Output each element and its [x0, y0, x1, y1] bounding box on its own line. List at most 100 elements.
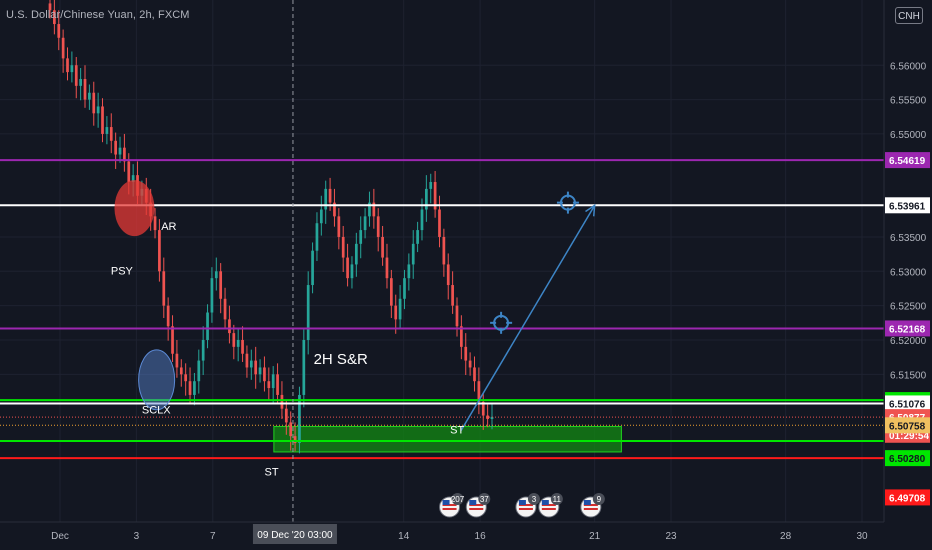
candle-body — [57, 24, 61, 38]
candle-body — [468, 360, 472, 368]
candle-body — [328, 188, 332, 203]
candle-body — [424, 188, 428, 210]
candle-body — [298, 394, 301, 444]
candle-body — [105, 127, 109, 134]
price-badge-green-bottom-label: 6.50280 — [889, 454, 926, 465]
level-badge-label: 6.51076 — [889, 399, 926, 410]
candle-body — [184, 374, 188, 382]
candle-body — [411, 243, 415, 265]
candle-body — [74, 65, 78, 86]
candle-body — [258, 367, 262, 375]
candle-body — [446, 264, 450, 286]
y-tick-label: 6.53500 — [890, 233, 927, 244]
y-axis[interactable]: 6.56000 6.55500 6.55000 6.53500 6.53000 6.525… — [883, 0, 932, 550]
candle-body — [385, 257, 389, 279]
flag-canton — [541, 500, 549, 505]
candle-body — [293, 436, 297, 444]
candle-body — [302, 339, 306, 395]
candle-body — [249, 360, 253, 368]
candle-body — [267, 381, 271, 389]
candle-body — [324, 188, 328, 210]
x-tick-label: 16 — [475, 531, 487, 542]
candle-body — [311, 250, 314, 286]
candle-body — [363, 216, 367, 231]
candle-body — [118, 147, 122, 155]
crosshair-time-label: 09 Dec '20 03:00 — [257, 530, 333, 541]
candle-body — [389, 278, 393, 306]
annotation-label: ST — [450, 424, 464, 436]
candle-body — [306, 285, 310, 340]
candle-body — [201, 339, 205, 361]
candle-body — [416, 230, 419, 244]
candle-body — [276, 374, 279, 395]
candle-body — [341, 236, 345, 258]
candle-body — [61, 37, 65, 59]
candle-body — [92, 92, 96, 114]
candle-body — [70, 65, 74, 73]
candle-body — [228, 319, 231, 334]
candle-body — [280, 394, 284, 409]
x-tick-label: 23 — [665, 531, 677, 542]
event-count-label: 9 — [597, 495, 602, 504]
candle-body — [171, 326, 174, 354]
y-tick-label: 6.52000 — [890, 336, 927, 347]
annotation-label: SCLX — [142, 404, 171, 416]
x-tick-label: 3 — [134, 531, 140, 542]
sclx-ellipse — [138, 349, 176, 411]
x-tick-label: 21 — [589, 531, 601, 542]
flag-canton — [583, 500, 591, 505]
candle-body — [284, 408, 288, 423]
candle-body — [337, 216, 341, 237]
annotation-label: AR — [161, 221, 176, 233]
level-badge-label: 6.52168 — [889, 324, 926, 335]
candle-body — [451, 285, 454, 306]
candle-body — [109, 127, 113, 141]
flag-stripe — [518, 508, 533, 510]
candle-body — [193, 381, 196, 395]
candle-body — [166, 305, 170, 327]
candle-body — [381, 236, 384, 258]
symbol-title: U.S. Dollar/Chinese Yuan, 2h, FXCM — [6, 9, 190, 21]
candle-body — [245, 353, 249, 368]
candle-body — [394, 305, 398, 320]
candle-body — [350, 264, 354, 279]
candle-body — [219, 271, 223, 299]
candle-body — [101, 106, 104, 134]
candle-body — [66, 58, 69, 73]
candle-body — [271, 374, 275, 389]
y-tick-label: 6.55500 — [890, 96, 927, 107]
x-axis[interactable]: Dec 3 7 14 16 21 23 28 30 09 Dec '20 03:00 — [0, 521, 884, 550]
x-tick-label: 14 — [398, 531, 410, 542]
candle-body — [403, 278, 406, 299]
y-tick-label: 6.56000 — [890, 61, 927, 72]
candle-body — [398, 298, 402, 320]
x-axis-bg — [0, 522, 884, 550]
candle-body — [79, 78, 82, 86]
candle-body — [83, 78, 87, 100]
y-tick-label: 6.51500 — [890, 370, 927, 381]
candle-body — [206, 312, 209, 340]
candle-body — [315, 223, 319, 251]
y-tick-label: 6.52500 — [890, 302, 927, 313]
candle-body — [214, 271, 218, 279]
candle-body — [153, 216, 157, 231]
candle-body — [376, 216, 380, 237]
price-chart[interactable]: PSY AR SCLX ST ST 2H S&R 6.56000 6.55500 6.5500… — [0, 0, 932, 550]
level-badge-label: 6.54619 — [889, 156, 926, 167]
currency-badge[interactable]: CNH — [895, 7, 923, 24]
demand-zone — [273, 426, 622, 453]
candle-body — [179, 367, 183, 375]
candle-body — [407, 264, 411, 279]
candle-body — [114, 140, 118, 155]
candle-body — [354, 243, 358, 265]
annotation-label: PSY — [111, 266, 134, 278]
candle-body — [188, 381, 192, 395]
candle-body — [88, 92, 91, 100]
candle-body — [442, 236, 446, 265]
zones-layer — [273, 426, 622, 453]
candle-body — [455, 305, 459, 327]
x-tick-label: Dec — [51, 531, 69, 542]
event-count-label: 11 — [553, 495, 562, 504]
x-tick-label: 7 — [210, 531, 216, 542]
candle-body — [236, 339, 240, 347]
